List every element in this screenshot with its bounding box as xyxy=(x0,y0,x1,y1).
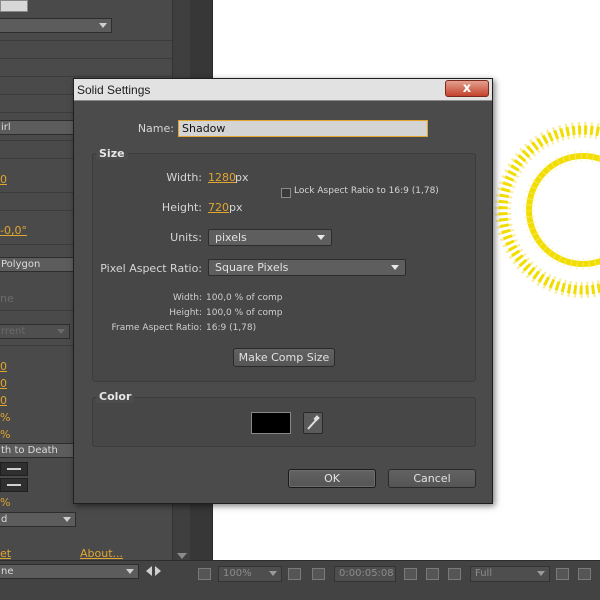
lp-value[interactable]: % xyxy=(0,426,10,443)
lp-row-text: ne xyxy=(1,566,14,577)
lp-dropdown-polygon[interactable]: Polygon xyxy=(0,257,74,272)
lp-dropdown-death[interactable]: th to Death xyxy=(0,443,74,458)
chevron-down-icon xyxy=(99,23,107,28)
lp-value[interactable]: 0 xyxy=(0,375,7,392)
lp-angle-value[interactable]: -0,0° xyxy=(0,222,27,239)
chevron-down-icon xyxy=(269,571,277,576)
pixel-aspect-value: Square Pixels xyxy=(215,261,289,274)
chevron-down-icon xyxy=(57,329,65,334)
make-comp-size-label: Make Comp Size xyxy=(238,351,330,364)
dialog-titlebar[interactable]: Solid Settings x xyxy=(74,79,492,101)
chevron-down-icon xyxy=(537,571,545,576)
height-unit: px xyxy=(229,201,243,214)
region-of-interest-icon[interactable] xyxy=(556,568,569,580)
ok-button[interactable]: OK xyxy=(288,469,376,488)
info-height-label: Height: xyxy=(169,308,202,318)
height-value[interactable]: 720 xyxy=(208,201,229,214)
prev-arrow-icon[interactable] xyxy=(146,566,152,576)
color-channels-icon[interactable] xyxy=(448,568,461,580)
width-value[interactable]: 1280 xyxy=(208,171,236,184)
width-unit: px xyxy=(235,171,249,184)
bottom-left-dropdown[interactable]: ne xyxy=(0,564,139,579)
name-input[interactable] xyxy=(178,120,428,137)
chevron-down-icon xyxy=(126,569,134,574)
units-dropdown[interactable]: pixels xyxy=(208,229,332,246)
color-swatch[interactable] xyxy=(251,412,291,434)
chevron-down-icon xyxy=(317,235,325,240)
lp-row-text: d xyxy=(1,514,8,525)
lp-toggle[interactable] xyxy=(0,462,28,476)
cancel-label: Cancel xyxy=(413,472,451,485)
units-value: pixels xyxy=(215,231,247,244)
top-button[interactable] xyxy=(0,0,28,12)
solid-settings-dialog: Solid Settings x Name: Size Width: 1280 … xyxy=(73,78,493,504)
width-label: Width: xyxy=(166,171,202,184)
lp-dim-text: ne xyxy=(0,292,14,305)
transparency-grid-icon[interactable] xyxy=(578,568,591,580)
info-width-value: 100,0 % of comp xyxy=(206,293,283,303)
ok-label: OK xyxy=(324,472,340,485)
grid-icon[interactable] xyxy=(288,568,301,580)
chevron-down-icon xyxy=(63,517,71,522)
units-label: Units: xyxy=(170,231,202,244)
frame-aspect-label: Frame Aspect Ratio: xyxy=(111,323,202,333)
always-preview-icon[interactable] xyxy=(198,568,211,580)
pixel-aspect-dropdown[interactable]: Square Pixels xyxy=(208,259,406,276)
lp-value[interactable]: 0 xyxy=(0,358,7,375)
frame-aspect-value: 16:9 (1,78) xyxy=(206,323,257,333)
chevron-down-icon xyxy=(391,265,399,270)
lp-row-text: th to Death xyxy=(1,445,58,456)
next-arrow-icon[interactable] xyxy=(155,566,161,576)
cancel-button[interactable]: Cancel xyxy=(388,469,476,488)
lp-row-text: rrent xyxy=(1,326,26,337)
close-button[interactable]: x xyxy=(445,80,489,97)
lp-dropdown-1[interactable]: irl xyxy=(0,120,74,135)
zoom-value: 100% xyxy=(223,568,252,579)
zoom-dropdown[interactable]: 100% xyxy=(218,566,282,582)
eyedropper-icon xyxy=(307,415,320,430)
resolution-dropdown[interactable]: Full xyxy=(470,566,550,582)
info-width-label: Width: xyxy=(172,293,202,303)
info-height-value: 100,0 % of comp xyxy=(206,308,283,318)
lp-value[interactable]: % xyxy=(0,409,10,426)
height-label: Height: xyxy=(161,201,202,214)
top-dropdown[interactable] xyxy=(0,18,112,33)
lp-row-text: irl xyxy=(1,122,11,133)
lp-dropdown-current[interactable]: rrent xyxy=(0,324,70,339)
name-label: Name: xyxy=(137,122,174,135)
lp-dropdown-d[interactable]: d xyxy=(0,512,76,527)
user-icon[interactable] xyxy=(426,568,439,580)
timecode-field[interactable]: 0:00:05:08 xyxy=(334,566,396,582)
lock-aspect-label[interactable]: Lock Aspect Ratio to 16:9 (1,78) xyxy=(294,186,439,196)
bottom-toolbar: ne 100% 0:00:05:08 Full xyxy=(0,560,600,600)
lp-value[interactable]: 0 xyxy=(0,392,7,409)
dialog-title: Solid Settings xyxy=(77,83,151,97)
eyedropper-button[interactable] xyxy=(303,412,323,434)
camera-icon[interactable] xyxy=(404,568,417,580)
color-group-title: Color xyxy=(96,390,135,403)
mask-icon[interactable] xyxy=(312,568,325,580)
pixel-aspect-label: Pixel Aspect Ratio: xyxy=(100,262,202,275)
close-icon: x xyxy=(462,81,472,96)
timecode-value: 0:00:05:08 xyxy=(339,568,394,579)
lp-value[interactable]: % xyxy=(0,494,10,511)
lp-value[interactable]: 0 xyxy=(0,171,7,188)
size-group-title: Size xyxy=(96,147,128,160)
scroll-down-icon[interactable] xyxy=(177,553,187,559)
lp-row-text: Polygon xyxy=(1,259,41,270)
make-comp-size-button[interactable]: Make Comp Size xyxy=(233,348,335,367)
resolution-value: Full xyxy=(475,568,493,579)
lp-toggle[interactable] xyxy=(0,478,28,492)
lock-aspect-checkbox[interactable] xyxy=(281,188,291,198)
